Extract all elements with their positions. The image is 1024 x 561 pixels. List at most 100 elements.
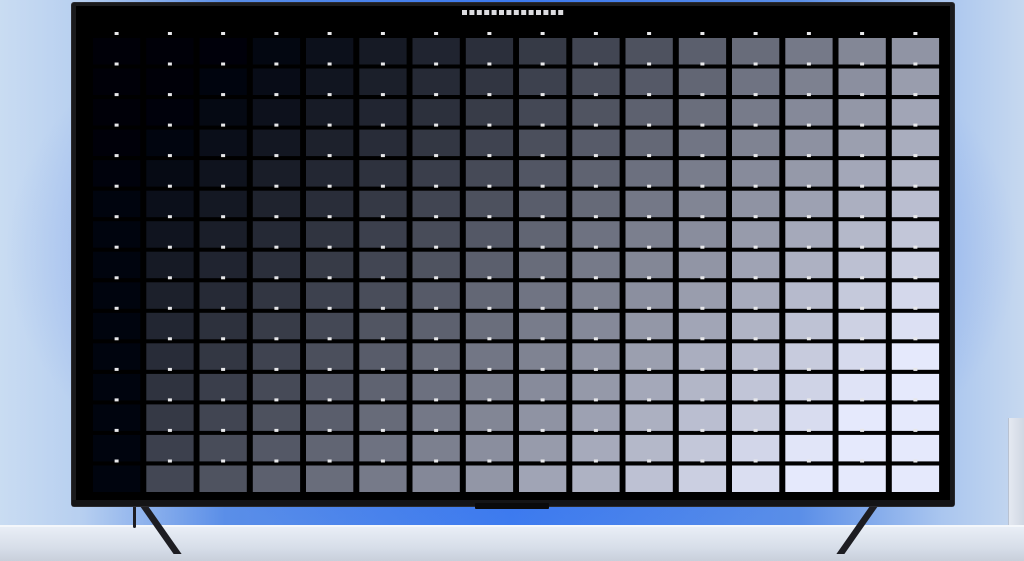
patch-label-mark (806, 245, 811, 249)
gray-patch (785, 465, 833, 492)
gray-patch (785, 190, 833, 218)
gray-patch (359, 373, 407, 401)
patch-label-mark (753, 398, 758, 402)
gray-patch (93, 282, 141, 309)
gray-patch (625, 129, 673, 157)
patch-label-mark (913, 154, 918, 158)
gray-patch (199, 312, 247, 340)
gray-patch (625, 190, 673, 218)
gray-patch (359, 129, 407, 157)
patch-label-mark (274, 306, 279, 310)
patch-label-mark (647, 337, 652, 341)
patch-label-mark (806, 459, 811, 463)
gray-patch (678, 251, 727, 279)
gray-patch (252, 68, 301, 95)
gray-patch (199, 99, 247, 126)
patch-label-mark (753, 154, 758, 158)
screen-top-caption (462, 8, 566, 17)
gray-patch (519, 221, 567, 248)
gray-patch (625, 434, 673, 462)
patch-label-mark (647, 93, 652, 97)
patch-label-mark (700, 367, 705, 371)
gray-patch (465, 404, 514, 431)
patch-label-mark (434, 337, 439, 341)
patch-label-mark (167, 215, 172, 219)
caption-glyph-mark (513, 10, 519, 15)
gray-patch (838, 312, 886, 340)
patch-label-mark (913, 32, 918, 35)
patch-label-mark (327, 184, 332, 188)
patch-label-mark (540, 337, 545, 341)
patch-label-mark (647, 276, 652, 280)
gray-patch (146, 465, 194, 492)
patch-label-mark (860, 184, 865, 188)
patch-label-mark (114, 398, 119, 402)
patch-label-mark (221, 32, 226, 35)
gray-patch (93, 251, 141, 279)
caption-glyph-mark (543, 10, 549, 15)
patch-label-mark (167, 245, 172, 249)
patch-label-mark (540, 215, 545, 219)
patch-label-mark (114, 428, 119, 432)
gray-patch (785, 434, 833, 462)
patch-label-mark (327, 123, 332, 127)
patch-label-mark (434, 93, 439, 97)
gray-patch (572, 99, 620, 126)
gray-patch (199, 465, 247, 492)
gray-patch (678, 434, 727, 462)
patch-label-mark (700, 62, 705, 66)
gray-patch (891, 99, 940, 126)
gray-patch (678, 99, 727, 126)
patch-label-mark (380, 398, 385, 402)
gray-patch (199, 343, 247, 370)
patch-label-mark (647, 428, 652, 432)
patch-label-mark (753, 32, 758, 35)
patch-label-mark (114, 123, 119, 127)
caption-glyph-mark (536, 10, 541, 15)
gray-patch (678, 312, 727, 340)
caption-glyph-mark (558, 10, 564, 15)
patch-label-mark (327, 459, 332, 463)
gray-patch (93, 68, 141, 95)
gray-patch (359, 404, 407, 431)
patch-label-mark (753, 459, 758, 463)
gray-patch (412, 68, 460, 95)
patch-label-mark (860, 245, 865, 249)
patch-label-mark (860, 276, 865, 280)
patch-label-mark (487, 428, 492, 432)
patch-label-mark (114, 93, 119, 97)
gray-patch (252, 251, 301, 279)
gray-patch (891, 434, 940, 462)
patch-label-mark (647, 459, 652, 463)
caption-glyph-mark (506, 10, 512, 15)
gray-patch (732, 38, 780, 65)
gray-patch (519, 343, 567, 370)
gray-patch (732, 465, 780, 492)
gray-patch (359, 465, 407, 492)
patch-label-mark (434, 123, 439, 127)
patch-label-mark (806, 32, 811, 35)
gray-patch (519, 251, 567, 279)
gray-patch (572, 251, 620, 279)
patch-label-mark (647, 367, 652, 371)
gray-patch (146, 68, 194, 95)
patch-label-mark (434, 32, 439, 35)
patch-label-mark (806, 184, 811, 188)
gray-patch (785, 68, 833, 95)
patch-label-mark (274, 62, 279, 66)
patch-label-mark (913, 276, 918, 280)
patch-label-mark (274, 276, 279, 280)
gray-patch (891, 373, 940, 401)
gray-patch (891, 343, 940, 370)
patch-label-mark (540, 93, 545, 97)
gray-patch (732, 343, 780, 370)
gray-patch (412, 434, 460, 462)
gray-patch (412, 282, 460, 309)
gray-patch (838, 282, 886, 309)
patch-label-mark (114, 245, 119, 249)
caption-glyph-mark (521, 10, 527, 15)
gray-patch (678, 160, 727, 187)
caption-marks (462, 10, 564, 15)
gray-patch (252, 190, 301, 218)
gray-patch (412, 160, 460, 187)
